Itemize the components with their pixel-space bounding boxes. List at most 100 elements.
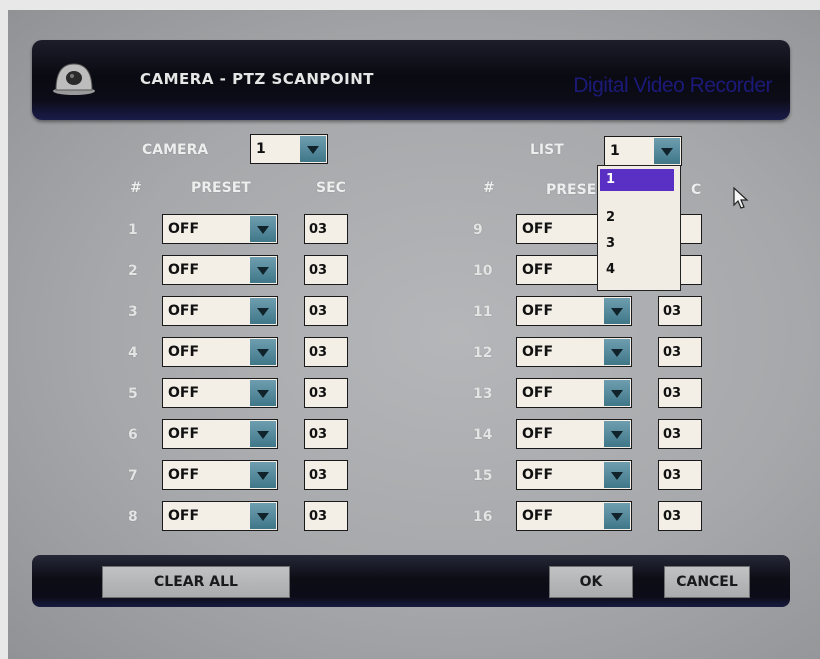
chevron-down-icon[interactable] xyxy=(604,380,630,406)
chevron-down-icon[interactable] xyxy=(250,462,276,488)
preset-select[interactable]: OFF xyxy=(516,337,632,367)
sec-input[interactable]: 03 xyxy=(658,337,702,367)
sec-value: 03 xyxy=(309,509,328,524)
sec-input[interactable]: 03 xyxy=(304,296,348,326)
chevron-down-icon[interactable] xyxy=(604,339,630,365)
chevron-down-icon[interactable] xyxy=(300,136,326,162)
preset-select-value: OFF xyxy=(522,262,554,278)
preset-select-value: OFF xyxy=(168,303,200,319)
cancel-button[interactable]: CANCEL xyxy=(664,566,750,598)
sec-value: 03 xyxy=(309,222,328,237)
camera-select-value: 1 xyxy=(256,141,266,157)
sec-input[interactable]: 03 xyxy=(658,419,702,449)
row-number: 6 xyxy=(128,427,138,443)
dome-camera-icon xyxy=(53,63,95,95)
sec-input[interactable]: 03 xyxy=(304,501,348,531)
sec-value: 03 xyxy=(663,386,682,401)
row-number: 10 xyxy=(473,263,493,279)
chevron-down-icon[interactable] xyxy=(604,298,630,324)
row-number: 13 xyxy=(473,386,493,402)
preset-select[interactable]: OFF xyxy=(162,337,278,367)
preset-select[interactable]: OFF xyxy=(162,214,278,244)
sec-value: 03 xyxy=(663,468,682,483)
sec-value: 03 xyxy=(309,345,328,360)
chevron-down-icon[interactable] xyxy=(654,138,680,164)
row-number: 4 xyxy=(128,345,138,361)
sec-input[interactable]: 03 xyxy=(304,337,348,367)
brand-label: Digital Video Recorder xyxy=(573,74,772,97)
chevron-down-icon[interactable] xyxy=(250,380,276,406)
row-number: 14 xyxy=(473,427,493,443)
row-number: 7 xyxy=(128,468,138,484)
sec-input[interactable]: 03 xyxy=(304,378,348,408)
preset-select[interactable]: OFF xyxy=(516,460,632,490)
row-number: 12 xyxy=(473,345,493,361)
list-select[interactable]: 1 xyxy=(604,136,682,166)
preset-select[interactable]: OFF xyxy=(162,296,278,326)
preset-select-value: OFF xyxy=(522,344,554,360)
page-title: CAMERA - PTZ SCANPOINT xyxy=(140,70,375,88)
right-sec-header: C xyxy=(691,182,702,198)
sec-value: 03 xyxy=(309,386,328,401)
chevron-down-icon[interactable] xyxy=(250,503,276,529)
left-sec-header: SEC xyxy=(316,180,346,196)
left-num-header: # xyxy=(130,180,142,196)
list-option-3[interactable]: 3 xyxy=(606,236,615,251)
sec-value: 03 xyxy=(663,345,682,360)
chevron-down-icon[interactable] xyxy=(604,503,630,529)
sec-value: 03 xyxy=(663,304,682,319)
list-dropdown[interactable]: 1 2 3 4 xyxy=(597,165,681,291)
preset-select[interactable]: OFF xyxy=(516,378,632,408)
right-preset-header: PRESE xyxy=(546,182,597,198)
row-number: 16 xyxy=(473,509,493,525)
sec-value: 03 xyxy=(309,427,328,442)
right-num-header: # xyxy=(483,180,495,196)
preset-select-value: OFF xyxy=(168,508,200,524)
sec-input[interactable]: 03 xyxy=(304,460,348,490)
preset-select-value: OFF xyxy=(168,385,200,401)
chevron-down-icon[interactable] xyxy=(250,339,276,365)
preset-select[interactable]: OFF xyxy=(162,255,278,285)
row-number: 8 xyxy=(128,509,138,525)
chevron-down-icon[interactable] xyxy=(250,298,276,324)
sec-input[interactable]: 03 xyxy=(658,296,702,326)
sec-input[interactable]: 03 xyxy=(658,378,702,408)
preset-select-value: OFF xyxy=(168,262,200,278)
camera-select[interactable]: 1 xyxy=(250,134,328,164)
chevron-down-icon[interactable] xyxy=(250,421,276,447)
sec-input[interactable]: 03 xyxy=(304,214,348,244)
preset-select[interactable]: OFF xyxy=(516,501,632,531)
row-number: 3 xyxy=(128,304,138,320)
sec-value: 03 xyxy=(663,427,682,442)
preset-select-value: OFF xyxy=(522,467,554,483)
chevron-down-icon[interactable] xyxy=(604,462,630,488)
camera-label: CAMERA xyxy=(142,142,209,158)
list-option-2[interactable]: 2 xyxy=(606,210,615,225)
chevron-down-icon[interactable] xyxy=(250,216,276,242)
chevron-down-icon[interactable] xyxy=(604,421,630,447)
sec-input[interactable]: 03 xyxy=(304,419,348,449)
sec-input[interactable]: 03 xyxy=(658,501,702,531)
preset-select[interactable]: OFF xyxy=(162,501,278,531)
preset-select[interactable]: OFF xyxy=(162,419,278,449)
list-option-4[interactable]: 4 xyxy=(606,262,615,277)
chevron-down-icon[interactable] xyxy=(250,257,276,283)
preset-select[interactable]: OFF xyxy=(516,296,632,326)
preset-select-value: OFF xyxy=(168,221,200,237)
clear-all-button[interactable]: CLEAR ALL xyxy=(102,566,290,598)
sec-value: 03 xyxy=(663,509,682,524)
preset-select-value: OFF xyxy=(522,303,554,319)
list-select-value: 1 xyxy=(610,143,620,159)
left-preset-header: PRESET xyxy=(191,180,251,196)
preset-select[interactable]: OFF xyxy=(162,460,278,490)
list-option-1[interactable]: 1 xyxy=(600,169,674,191)
preset-select[interactable]: OFF xyxy=(162,378,278,408)
mouse-pointer-icon xyxy=(733,187,749,209)
row-number: 5 xyxy=(128,386,138,402)
list-label: LIST xyxy=(530,142,564,158)
ok-button[interactable]: OK xyxy=(549,566,633,598)
sec-input[interactable]: 03 xyxy=(658,460,702,490)
sec-input[interactable]: 03 xyxy=(304,255,348,285)
preset-select-value: OFF xyxy=(522,385,554,401)
preset-select[interactable]: OFF xyxy=(516,419,632,449)
